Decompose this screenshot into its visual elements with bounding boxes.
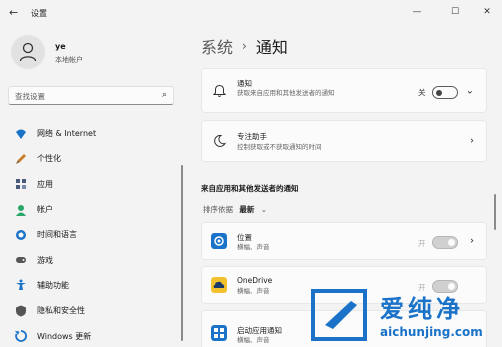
- globe-clock-icon: [16, 229, 26, 240]
- person-icon: [16, 204, 26, 216]
- watermark-text: 爱纯净: [380, 295, 464, 323]
- sidebar-item-label: 时间和语言: [37, 230, 77, 240]
- search-input[interactable]: 查找设置 ⌕: [8, 86, 174, 105]
- sort-value: 最新: [239, 205, 255, 214]
- chevron-down-icon: ⌄: [260, 205, 268, 214]
- focus-assist-title: 专注助手: [237, 132, 267, 141]
- network-icon: [16, 129, 26, 139]
- window-title: 设置: [31, 9, 47, 18]
- sidebar-item-network[interactable]: 网络 & Internet: [8, 121, 178, 146]
- profile-name: ye: [55, 42, 66, 51]
- focus-assist-card[interactable]: 专注助手 控制获取或不获取通知的时间 ›: [201, 120, 487, 162]
- search-icon[interactable]: ⌕: [162, 90, 167, 100]
- sidebar-item-label: 网络 & Internet: [37, 129, 97, 139]
- sidebar-nav: 网络 & Internet 个性化 应用 帐户 时间和语言 游戏 辅助功能 隐私…: [8, 121, 178, 347]
- breadcrumb-separator: ›: [242, 39, 247, 53]
- breadcrumb: 系统 › 通知: [201, 34, 288, 58]
- page-title: 通知: [255, 38, 288, 57]
- sidebar-item-label: 个性化: [37, 154, 61, 164]
- sidebar-item-label: 隐私和安全性: [37, 306, 85, 316]
- sidebar-item-label: 帐户: [37, 205, 53, 215]
- app-detail: 横幅、声音: [237, 287, 270, 295]
- back-button[interactable]: ←: [9, 7, 21, 19]
- sidebar-scrollbar[interactable]: [181, 165, 183, 341]
- chevron-right-icon[interactable]: ›: [470, 236, 474, 247]
- sidebar-item-time-language[interactable]: 时间和语言: [8, 222, 178, 247]
- app-toggle[interactable]: [432, 236, 458, 249]
- minimize-button[interactable]: —: [406, 3, 428, 21]
- gamepad-icon: [16, 257, 26, 264]
- sidebar-item-apps[interactable]: 应用: [8, 172, 178, 197]
- maximize-button[interactable]: ☐: [444, 3, 466, 21]
- sidebar-item-accounts[interactable]: 帐户: [8, 197, 178, 222]
- breadcrumb-parent[interactable]: 系统: [201, 34, 233, 58]
- notifications-toggle-state: 关: [418, 88, 426, 97]
- title-bar: ← 设置 — ☐ ✕: [0, 0, 502, 26]
- sidebar-item-label: 辅助功能: [37, 280, 69, 290]
- app-toggle-state: 开: [418, 239, 426, 248]
- person-avatar-icon: [19, 42, 37, 62]
- app-detail: 横幅、声音: [237, 336, 270, 344]
- focus-assist-subtitle: 控制获取或不获取通知的时间: [237, 143, 322, 151]
- sidebar-item-label: 应用: [37, 179, 53, 189]
- moon-icon: [214, 134, 226, 147]
- brush-icon: [16, 153, 26, 164]
- avatar[interactable]: [11, 35, 45, 69]
- onedrive-app-icon: [211, 277, 227, 293]
- notifications-setting-card[interactable]: 通知 获取来自应用和其他发送者的通知 关 ⌄: [201, 68, 487, 113]
- sort-label: 排序依据: [203, 205, 233, 214]
- notifications-toggle[interactable]: [432, 86, 458, 99]
- sort-dropdown[interactable]: 排序依据 最新 ⌄: [203, 204, 267, 215]
- sidebar-item-windows-update[interactable]: Windows 更新: [8, 323, 178, 347]
- sidebar-item-privacy[interactable]: 隐私和安全性: [8, 298, 178, 323]
- apps-icon: [16, 179, 26, 190]
- app-name: OneDrive: [237, 276, 273, 285]
- settings-window: ← 设置 — ☐ ✕ ye 本地帐户 查找设置 ⌕ 网络 & Internet …: [0, 0, 502, 347]
- app-detail: 横幅、声音: [237, 243, 270, 251]
- app-name: 位置: [237, 233, 252, 242]
- profile-account-type: 本地帐户: [55, 56, 83, 64]
- watermark-logo-icon: [311, 289, 367, 341]
- notifications-subtitle: 获取来自应用和其他发送者的通知: [237, 89, 335, 97]
- apps-section-title: 来自应用和其他发送者的通知: [201, 184, 299, 193]
- startup-app-icon: [211, 325, 227, 341]
- sidebar-item-gaming[interactable]: 游戏: [8, 247, 178, 272]
- content-scrollbar[interactable]: [494, 194, 496, 230]
- close-button[interactable]: ✕: [476, 3, 498, 21]
- bell-icon: [213, 84, 226, 97]
- sidebar-item-label: 游戏: [37, 255, 53, 265]
- sidebar-item-label: Windows 更新: [37, 331, 92, 341]
- watermark-url: aichunjing.com: [380, 325, 483, 339]
- location-app-icon: [211, 233, 227, 249]
- chevron-down-icon[interactable]: ⌄: [466, 85, 474, 96]
- shield-icon: [16, 305, 26, 317]
- sidebar-item-accessibility[interactable]: 辅助功能: [8, 273, 178, 298]
- search-placeholder: 查找设置: [15, 92, 45, 101]
- app-name: 启动应用通知: [237, 326, 282, 335]
- accessibility-icon: [16, 279, 26, 291]
- notifications-title: 通知: [237, 79, 252, 88]
- sidebar-item-personalization[interactable]: 个性化: [8, 146, 178, 171]
- watermark: 爱纯净 aichunjing.com: [305, 285, 502, 347]
- update-icon: [15, 330, 27, 342]
- app-notification-row[interactable]: 位置 横幅、声音 开 ›: [201, 222, 487, 260]
- chevron-right-icon[interactable]: ›: [470, 136, 474, 147]
